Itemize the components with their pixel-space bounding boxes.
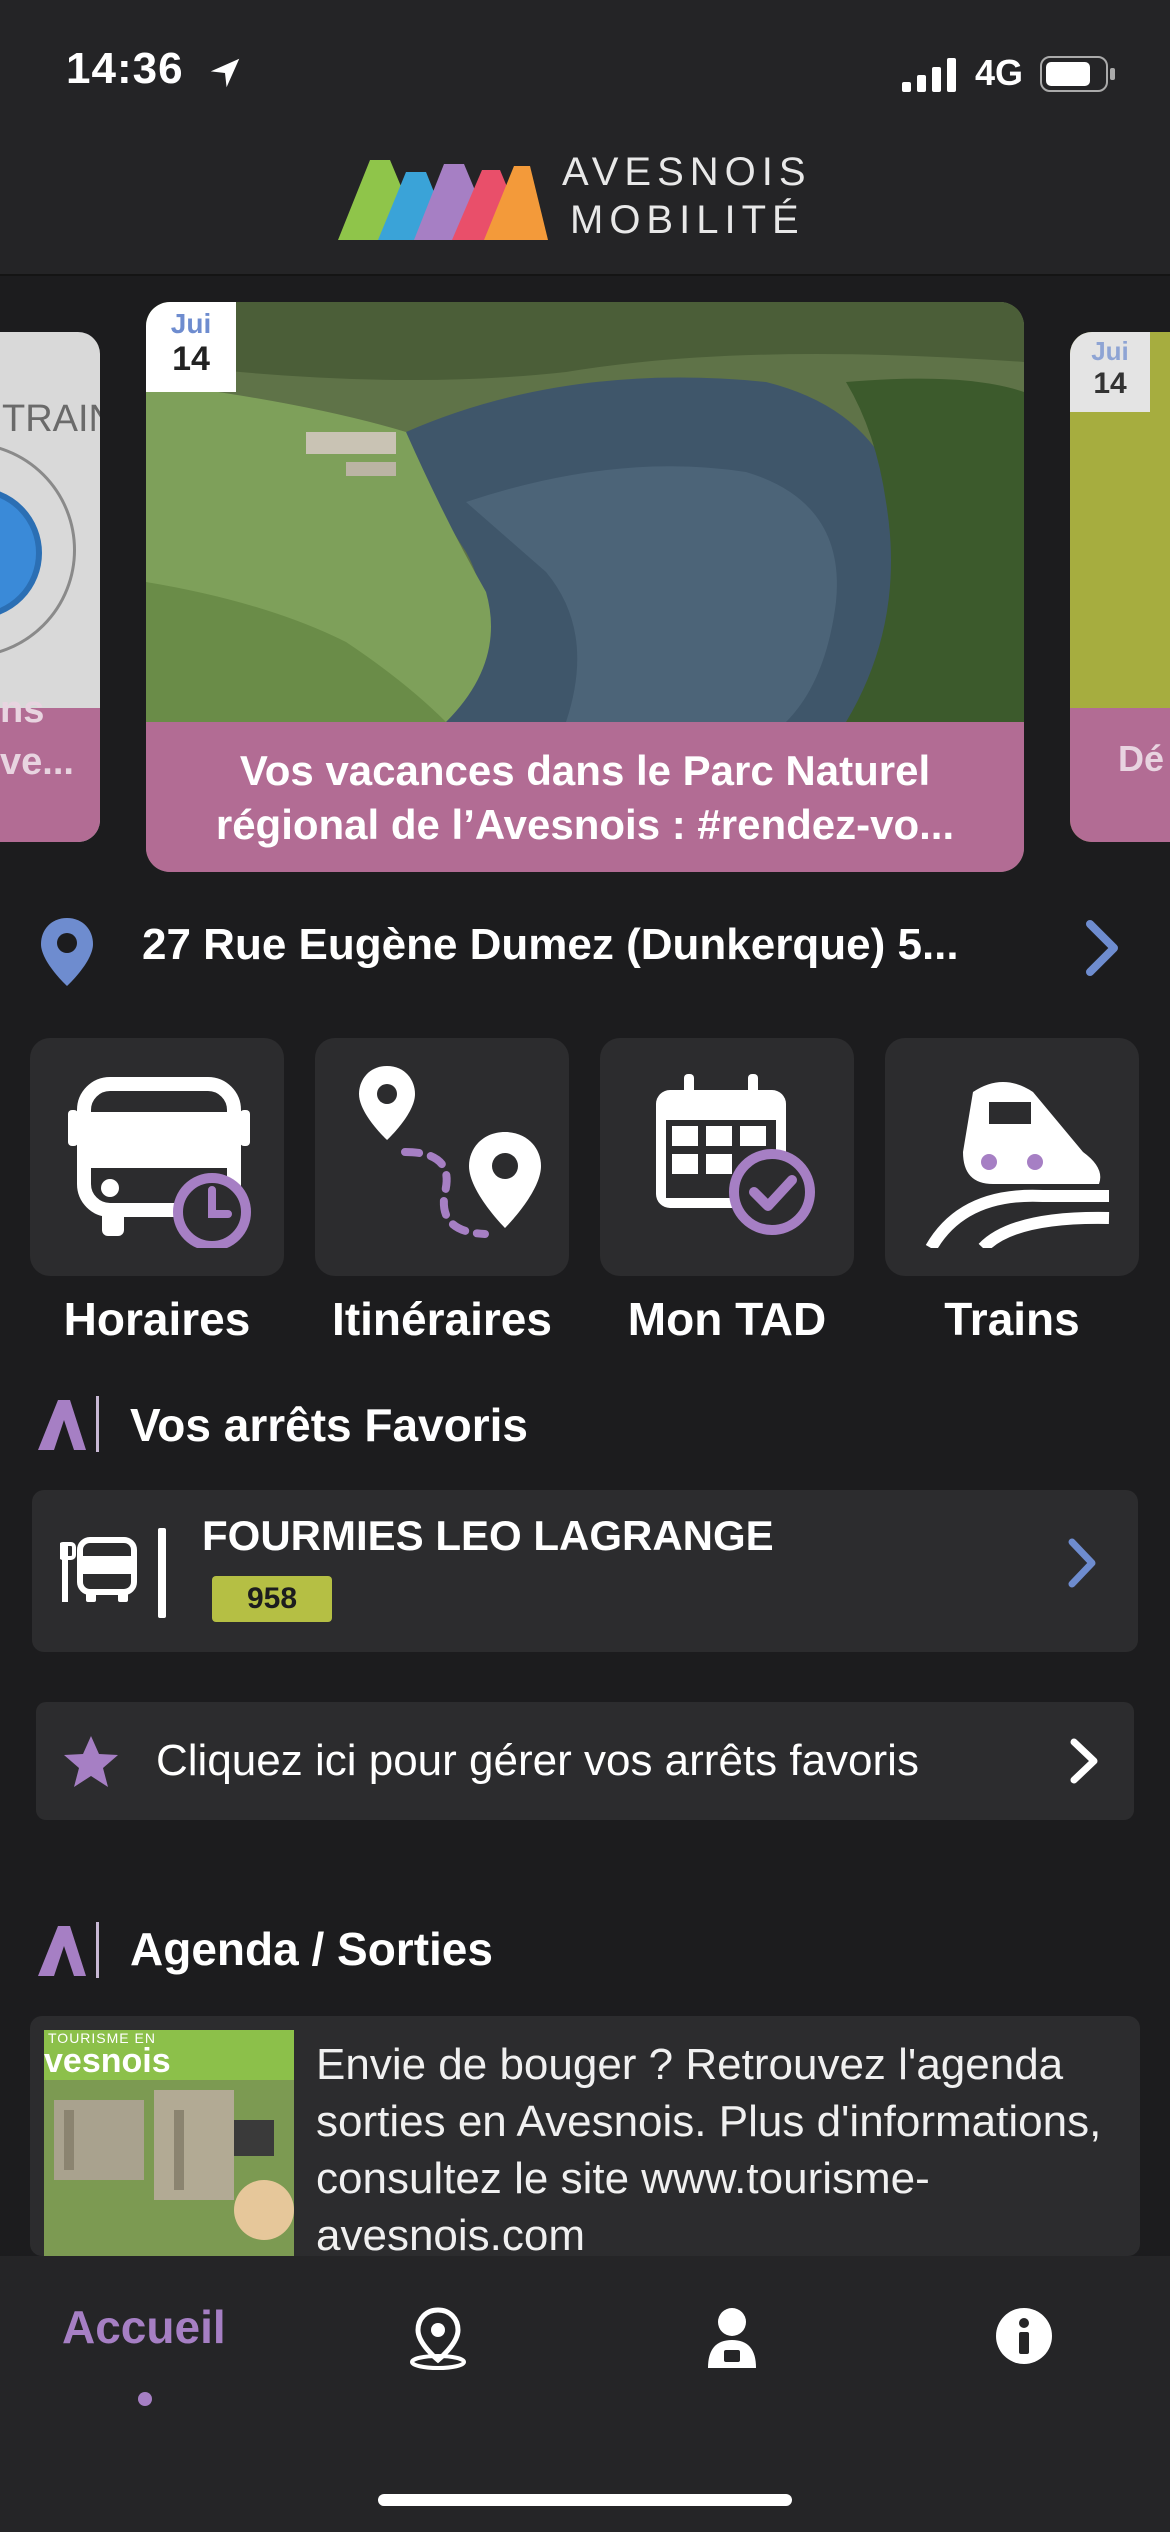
manage-favorites-label: Cliquez ici pour gérer vos arrêts favori… (156, 1736, 919, 1785)
lake-photo (146, 302, 1024, 722)
event-caption: Vos vacances dans le Parc Naturel région… (146, 722, 1024, 872)
agenda-description: Envie de bouger ? Retrouvez l'agenda sor… (316, 2040, 1102, 2256)
card-left-caption: ns ve... (0, 689, 74, 783)
status-time: 14:36 (66, 44, 184, 93)
bus-stop-icon (60, 1537, 137, 1602)
favorites-title: Vos arrêts Favoris (130, 1399, 529, 1451)
agenda-title: Agenda / Sorties (130, 1923, 493, 1975)
tab-bar: Accueil (0, 2256, 1170, 2532)
avesnois-a-icon (38, 1400, 86, 1450)
carousel-card-left[interactable]: TRAIN ns ve... (0, 332, 100, 842)
signal-icon (902, 58, 956, 92)
location-arrow-icon (210, 58, 240, 88)
event-month: Jui (170, 308, 212, 339)
tile-horaires[interactable] (30, 1038, 284, 1276)
right-event-caption-bg: Dé (1070, 708, 1170, 842)
tile-itineraires-label: Itinéraires (332, 1293, 552, 1345)
chevron-right-icon[interactable] (1064, 1536, 1100, 1590)
bus-clock-icon (68, 1077, 251, 1248)
tile-mon-tad[interactable] (600, 1038, 854, 1276)
event-title: Vos vacances dans le Parc Naturel région… (215, 747, 955, 848)
stop-divider (158, 1528, 166, 1618)
active-tab-indicator (138, 2392, 152, 2406)
section-divider (96, 1922, 99, 1978)
calendar-check-icon (656, 1074, 815, 1235)
carousel-card-main[interactable]: Jui 14 Vos vacances dans le Parc Naturel… (146, 302, 1024, 872)
ruins-photo (44, 2080, 294, 2256)
chevron-right-icon (1070, 1738, 1098, 1784)
avesnois-logo-icon (338, 160, 548, 240)
location-pin-icon (41, 918, 93, 986)
tab-accueil[interactable]: Accueil (62, 2300, 226, 2354)
map-pin-icon[interactable] (406, 2306, 470, 2370)
section-divider (96, 1396, 99, 1452)
star-icon (64, 1736, 118, 1787)
account-icon[interactable] (700, 2304, 764, 2370)
carousel-card-right[interactable]: Jui 14 Dé (1070, 332, 1170, 842)
brand-line1: AVESNOIS (562, 150, 812, 194)
manage-favorites-button[interactable]: Cliquez ici pour gérer vos arrêts favori… (36, 1702, 1134, 1820)
tile-horaires-label: Horaires (63, 1293, 251, 1345)
chevron-right-icon[interactable] (1082, 918, 1122, 978)
tile-trains-label: Trains (944, 1293, 1080, 1345)
agenda-thumbnail: TOURISME EN vesnois (44, 2030, 294, 2256)
route-pins-icon (359, 1066, 541, 1238)
right-event-day: 14 (1093, 367, 1127, 400)
agenda-card[interactable]: TOURISME EN vesnois Envie de bouger ? Re… (30, 2016, 1140, 2256)
card-left-label: TRAIN (2, 398, 100, 440)
home-indicator (378, 2494, 792, 2506)
thumb-big-text: vesnois (44, 2042, 171, 2080)
train-icon (925, 1082, 1110, 1248)
line-badge: 958 (212, 1576, 332, 1622)
right-event-month: Jui (1091, 336, 1129, 366)
battery-icon (1040, 56, 1115, 92)
avesnois-a-icon (38, 1926, 86, 1976)
tile-itineraires[interactable] (315, 1038, 569, 1276)
info-icon[interactable] (994, 2306, 1054, 2366)
right-event-caption: Dé (1118, 738, 1165, 779)
network-label: 4G (975, 52, 1024, 93)
favorite-stop-name: FOURMIES LEO LAGRANGE (202, 1512, 774, 1559)
favorite-stop-row[interactable]: FOURMIES LEO LAGRANGE 958 (32, 1490, 1138, 1652)
tile-trains[interactable] (885, 1038, 1139, 1276)
right-event-date-badge: Jui 14 (1070, 332, 1150, 412)
event-day: 14 (172, 340, 210, 378)
tile-mon-tad-label: Mon TAD (627, 1293, 827, 1345)
event-date-badge: Jui 14 (146, 302, 236, 392)
brand-line2: MOBILITÉ (570, 198, 805, 242)
current-address[interactable]: 27 Rue Eugène Dumez (Dunkerque) 5... (142, 920, 1062, 970)
